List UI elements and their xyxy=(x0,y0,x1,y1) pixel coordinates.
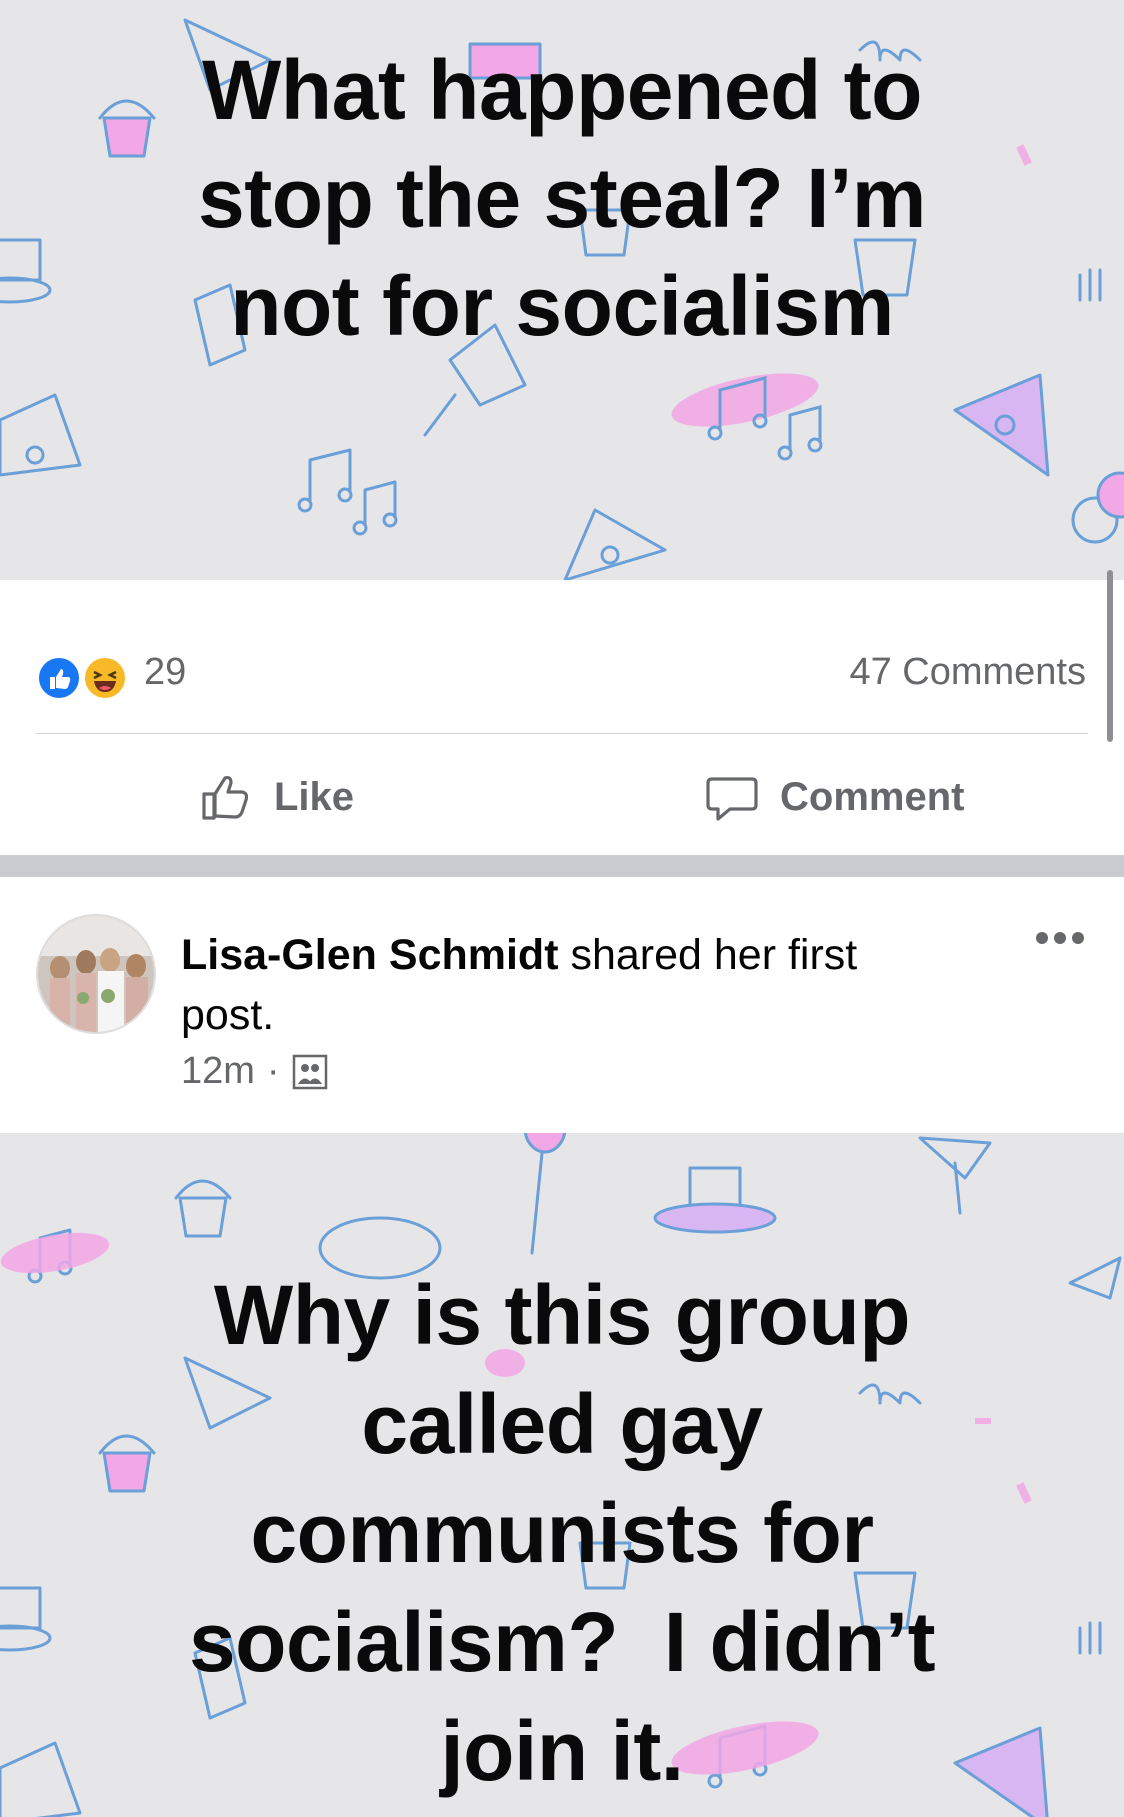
post-text-line: called gay xyxy=(361,1377,763,1471)
post-background-top: What happened to stop the steal? I’m not… xyxy=(0,0,1124,580)
post-meta: 12m · xyxy=(181,1050,328,1093)
like-reaction-icon[interactable] xyxy=(36,655,82,701)
post-text-line: Why is this group xyxy=(213,1268,911,1362)
reaction-count[interactable]: 29 xyxy=(144,651,186,694)
post-text-line: communists for xyxy=(250,1486,874,1580)
post-header: Lisa-Glen Schmidt shared her first post. xyxy=(181,925,941,1045)
more-dot xyxy=(1054,932,1066,944)
post-text-line: What happened to xyxy=(202,43,922,137)
post-text-line: join it. xyxy=(440,1704,684,1798)
thumbs-up-icon xyxy=(202,775,249,820)
post-text-top: What happened to stop the steal? I’m not… xyxy=(0,36,1124,360)
meta-separator: · xyxy=(266,1050,280,1092)
comment-label: Comment xyxy=(780,774,965,819)
avatar[interactable] xyxy=(36,914,156,1034)
post-text-line: socialism? I didn’t xyxy=(188,1595,936,1689)
haha-reaction-icon[interactable] xyxy=(82,655,128,701)
scrollbar[interactable] xyxy=(1107,570,1113,742)
more-options-button[interactable] xyxy=(1036,932,1084,944)
comment-bubble-icon xyxy=(706,777,758,821)
post-text-line: stop the steal? I’m xyxy=(198,151,926,245)
more-dot xyxy=(1072,932,1084,944)
author-name-link[interactable]: Lisa-Glen Schmidt xyxy=(181,931,559,979)
post-time[interactable]: 12m xyxy=(181,1050,255,1093)
more-dot xyxy=(1036,932,1048,944)
group-icon xyxy=(292,1054,327,1089)
post-background-bottom: Why is this group called gay communists … xyxy=(0,1133,1124,1817)
post-text-line: not for socialism xyxy=(230,259,894,353)
comment-button[interactable]: Comment xyxy=(704,762,964,832)
like-button[interactable]: Like xyxy=(200,762,354,832)
post-text-bottom: Why is this group called gay communists … xyxy=(0,1261,1124,1806)
comments-count-link[interactable]: 47 Comments xyxy=(849,651,1086,694)
avatar-photo xyxy=(38,916,154,1032)
feed-separator xyxy=(0,855,1124,877)
divider xyxy=(36,733,1088,734)
like-label: Like xyxy=(274,774,355,819)
